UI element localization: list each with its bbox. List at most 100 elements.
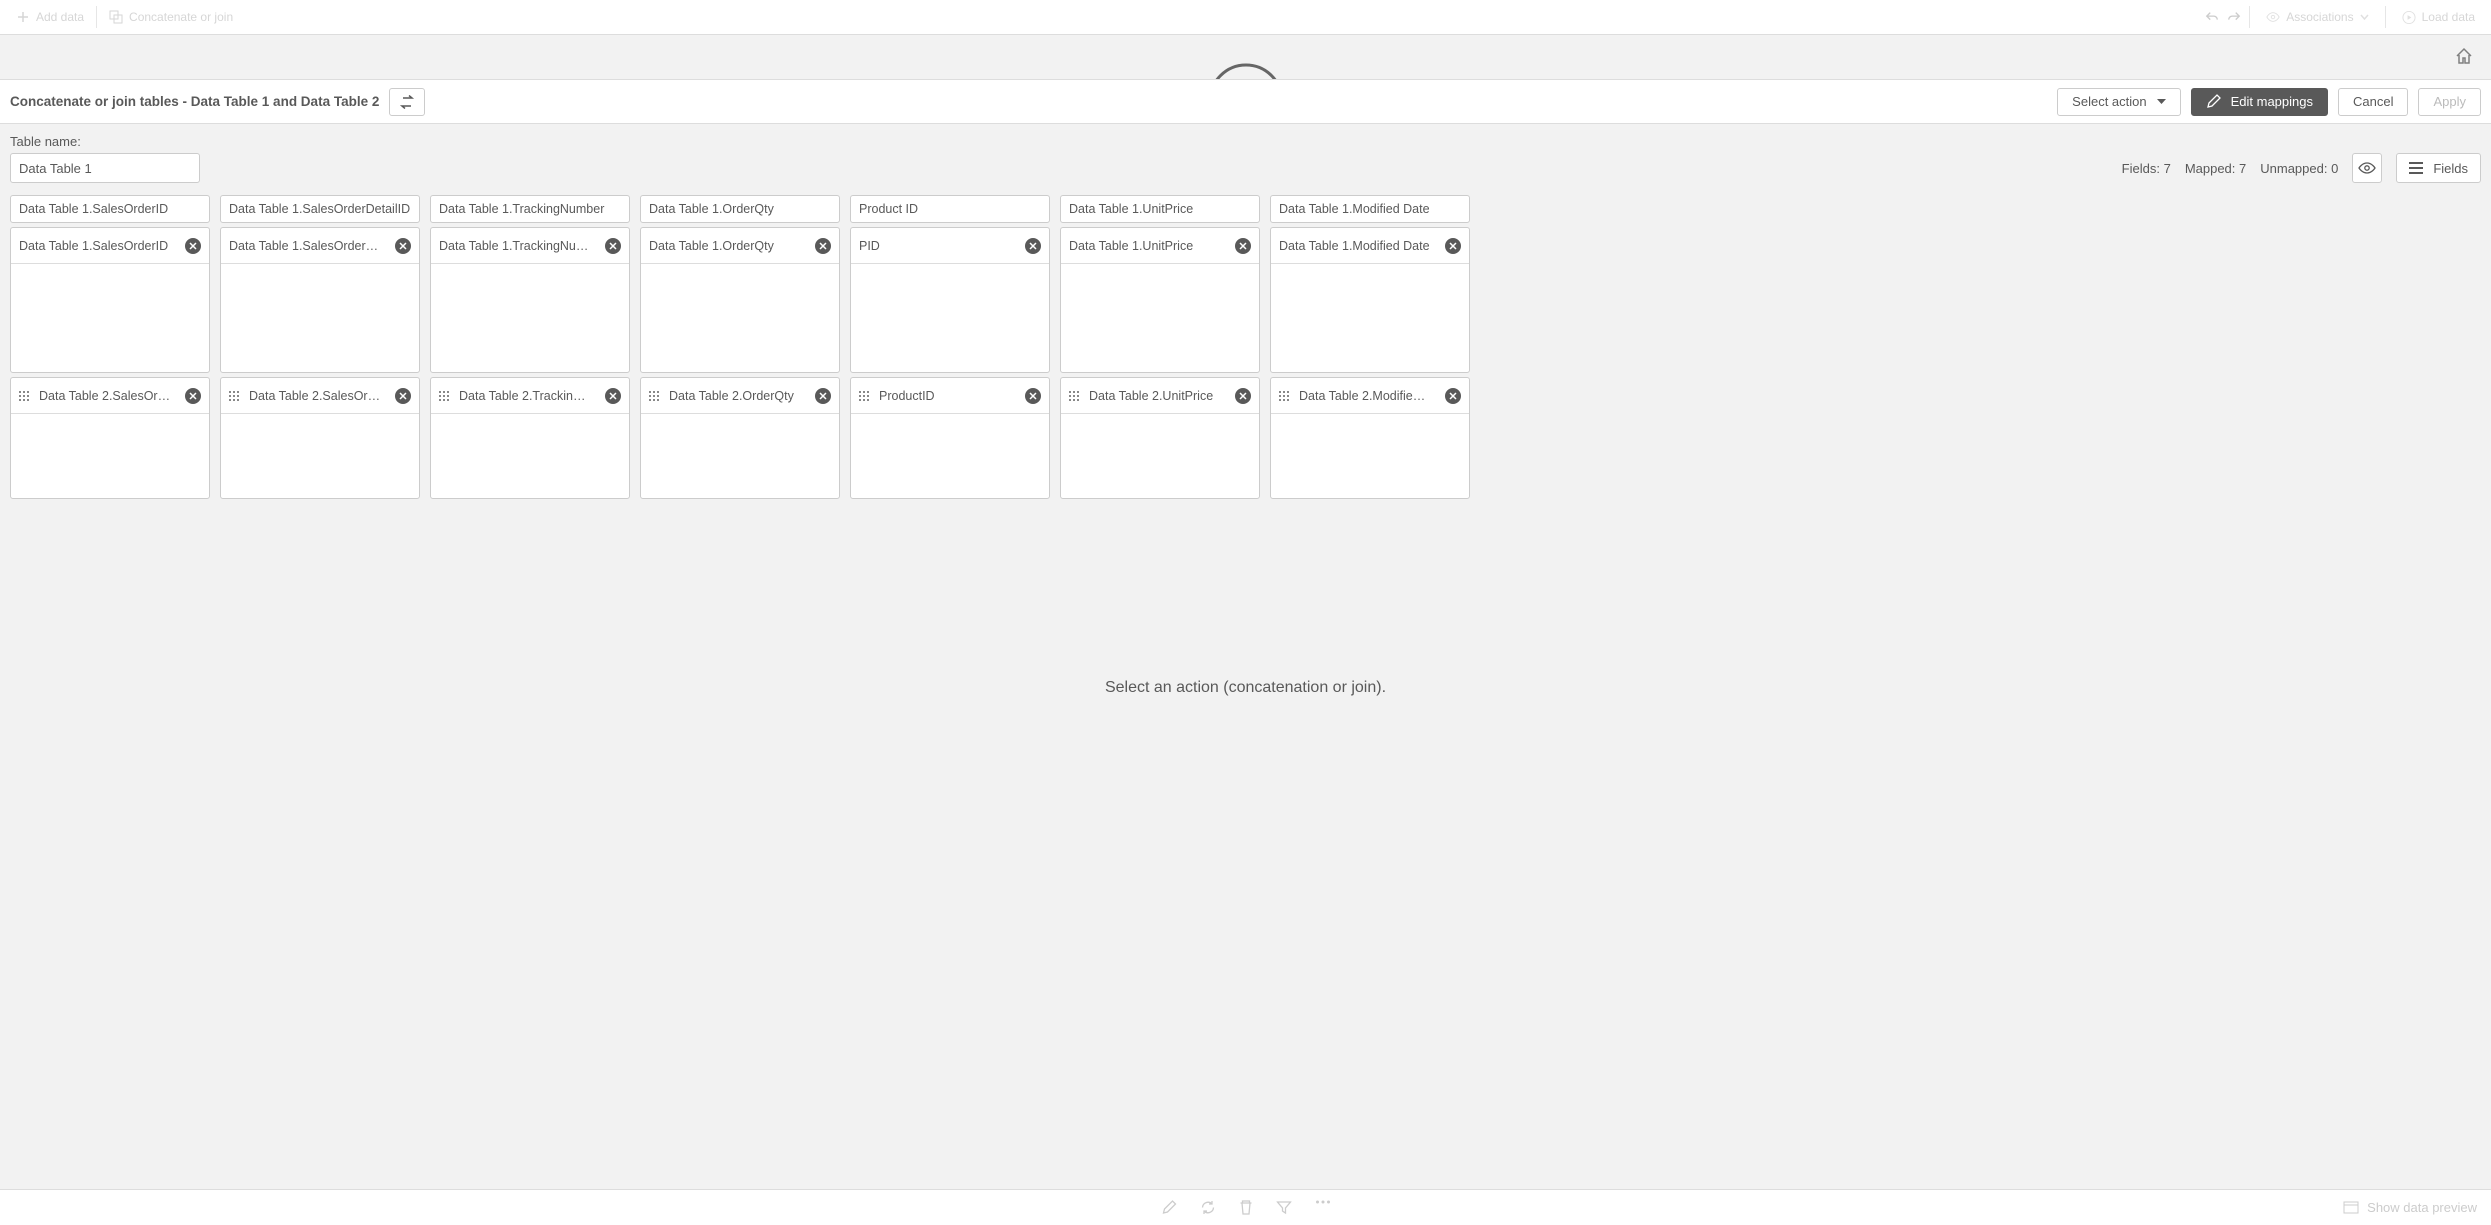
column-header-label: Data Table 1.TrackingNumber xyxy=(439,202,604,216)
column-header-input[interactable]: Data Table 1.UnitPrice xyxy=(1060,195,1260,223)
eye-icon xyxy=(2266,10,2280,24)
remove-mapping-icon[interactable] xyxy=(1235,238,1251,254)
apply-button[interactable]: Apply xyxy=(2418,88,2481,116)
drag-handle-icon[interactable] xyxy=(19,391,31,401)
source-table2-box: ProductID xyxy=(850,377,1050,499)
field-chip[interactable]: Data Table 2.Trackin… xyxy=(431,378,629,414)
column-header-input[interactable]: Data Table 1.TrackingNumber xyxy=(430,195,630,223)
remove-mapping-icon[interactable] xyxy=(815,238,831,254)
pencil-icon[interactable] xyxy=(1161,1200,1176,1215)
column: Data Table 1.Modified Date Data Table 1.M… xyxy=(1270,195,1470,499)
plus-icon xyxy=(16,10,30,24)
field-chip[interactable]: Data Table 2.SalesOr… xyxy=(11,378,209,414)
swap-tables-button[interactable] xyxy=(389,88,425,116)
home-icon[interactable] xyxy=(2455,47,2473,65)
remove-mapping-icon[interactable] xyxy=(1025,388,1041,404)
column-header-input[interactable]: Product ID xyxy=(850,195,1050,223)
field-chip[interactable]: PID xyxy=(851,228,1049,264)
remove-mapping-icon[interactable] xyxy=(395,238,411,254)
field-chip[interactable]: Data Table 2.UnitPrice xyxy=(1061,378,1259,414)
concatenate-or-join-button[interactable]: Concatenate or join xyxy=(101,6,241,28)
drag-handle-icon[interactable] xyxy=(439,391,451,401)
field-chip[interactable]: Data Table 2.Modifie… xyxy=(1271,378,1469,414)
column: Data Table 1.UnitPrice Data Table 1.UnitP… xyxy=(1060,195,1260,499)
drag-handle-icon[interactable] xyxy=(1069,391,1081,401)
footer-bar: Show data preview xyxy=(0,1189,2491,1225)
concat-join-label: Concatenate or join xyxy=(129,10,233,24)
mapped-count: Mapped: 7 xyxy=(2185,161,2246,176)
field-chip[interactable]: Data Table 2.SalesOr… xyxy=(221,378,419,414)
table-name-label: Table name: xyxy=(0,124,2491,149)
field-chip[interactable]: Data Table 1.SalesOrderID xyxy=(11,228,209,264)
toolbar-divider xyxy=(2385,6,2386,28)
remove-mapping-icon[interactable] xyxy=(395,388,411,404)
select-action-label: Select action xyxy=(2072,94,2146,109)
remove-mapping-icon[interactable] xyxy=(185,388,201,404)
remove-mapping-icon[interactable] xyxy=(605,238,621,254)
show-data-preview-button[interactable]: Show data preview xyxy=(2343,1200,2491,1215)
pencil-icon xyxy=(2206,94,2221,109)
eye-icon xyxy=(2358,162,2376,174)
cancel-button[interactable]: Cancel xyxy=(2338,88,2408,116)
undo-icon[interactable] xyxy=(2205,10,2219,24)
preview-toggle-button[interactable] xyxy=(2352,153,2382,183)
drag-handle-icon[interactable] xyxy=(229,391,241,401)
field-chip[interactable]: Data Table 1.UnitPrice xyxy=(1061,228,1259,264)
field-name: Data Table 2.SalesOr… xyxy=(249,389,387,403)
field-name: Data Table 2.Modifie… xyxy=(1299,389,1437,403)
remove-mapping-icon[interactable] xyxy=(1235,388,1251,404)
source-table1-box: Data Table 1.TrackingNu… xyxy=(430,227,630,373)
add-data-button[interactable]: Add data xyxy=(8,6,92,28)
redo-icon[interactable] xyxy=(2227,10,2241,24)
column: Data Table 1.OrderQty Data Table 1.OrderQ… xyxy=(640,195,840,499)
source-table2-box: Data Table 2.Modifie… xyxy=(1270,377,1470,499)
apply-label: Apply xyxy=(2433,94,2466,109)
field-name: Data Table 1.OrderQty xyxy=(649,239,807,253)
column: Data Table 1.SalesOrderDetailID Data Tabl… xyxy=(220,195,420,499)
more-icon[interactable] xyxy=(1315,1200,1330,1215)
select-action-dropdown[interactable]: Select action xyxy=(2057,88,2180,116)
column-header-label: Data Table 1.SalesOrderID xyxy=(19,202,168,216)
drag-handle-icon[interactable] xyxy=(859,391,871,401)
refresh-icon[interactable] xyxy=(1200,1200,1215,1215)
cancel-label: Cancel xyxy=(2353,94,2393,109)
field-name: Data Table 1.Modified Date xyxy=(1279,239,1437,253)
field-chip[interactable]: ProductID xyxy=(851,378,1049,414)
drag-handle-icon[interactable] xyxy=(1279,391,1291,401)
load-data-button[interactable]: Load data xyxy=(2394,6,2483,28)
edit-mappings-label: Edit mappings xyxy=(2231,94,2313,109)
remove-mapping-icon[interactable] xyxy=(1025,238,1041,254)
drag-handle-icon[interactable] xyxy=(649,391,661,401)
remove-mapping-icon[interactable] xyxy=(1445,238,1461,254)
trash-icon[interactable] xyxy=(1239,1200,1252,1215)
add-data-label: Add data xyxy=(36,10,84,24)
column-header-input[interactable]: Data Table 1.OrderQty xyxy=(640,195,840,223)
column-header-input[interactable]: Data Table 1.Modified Date xyxy=(1270,195,1470,223)
field-chip[interactable]: Data Table 1.TrackingNu… xyxy=(431,228,629,264)
column-header-label: Data Table 1.SalesOrderDetailID xyxy=(229,202,410,216)
edit-mappings-button[interactable]: Edit mappings xyxy=(2191,88,2328,116)
field-name: Data Table 1.TrackingNu… xyxy=(439,239,597,253)
filter-icon[interactable] xyxy=(1276,1200,1291,1215)
remove-mapping-icon[interactable] xyxy=(815,388,831,404)
remove-mapping-icon[interactable] xyxy=(1445,388,1461,404)
column: Data Table 1.SalesOrderID Data Table 1.Sa… xyxy=(10,195,210,499)
column-header-input[interactable]: Data Table 1.SalesOrderDetailID xyxy=(220,195,420,223)
source-table2-box: Data Table 2.Trackin… xyxy=(430,377,630,499)
loading-arc-icon xyxy=(1204,51,1288,80)
show-data-preview-label: Show data preview xyxy=(2367,1200,2477,1215)
table-name-input[interactable] xyxy=(10,153,200,183)
source-table2-box: Data Table 2.SalesOr… xyxy=(10,377,210,499)
tables-icon xyxy=(109,10,123,24)
associations-button[interactable]: Associations xyxy=(2258,6,2376,28)
fields-menu-button[interactable]: Fields xyxy=(2396,153,2481,183)
field-chip[interactable]: Data Table 1.OrderQty xyxy=(641,228,839,264)
field-chip[interactable]: Data Table 2.OrderQty xyxy=(641,378,839,414)
play-circle-icon xyxy=(2402,10,2416,24)
field-chip[interactable]: Data Table 1.Modified Date xyxy=(1271,228,1469,264)
meta-row: Fields: 7 Mapped: 7 Unmapped: 0 Fields xyxy=(0,149,2491,189)
remove-mapping-icon[interactable] xyxy=(185,238,201,254)
column-header-input[interactable]: Data Table 1.SalesOrderID xyxy=(10,195,210,223)
field-chip[interactable]: Data Table 1.SalesOrder… xyxy=(221,228,419,264)
remove-mapping-icon[interactable] xyxy=(605,388,621,404)
